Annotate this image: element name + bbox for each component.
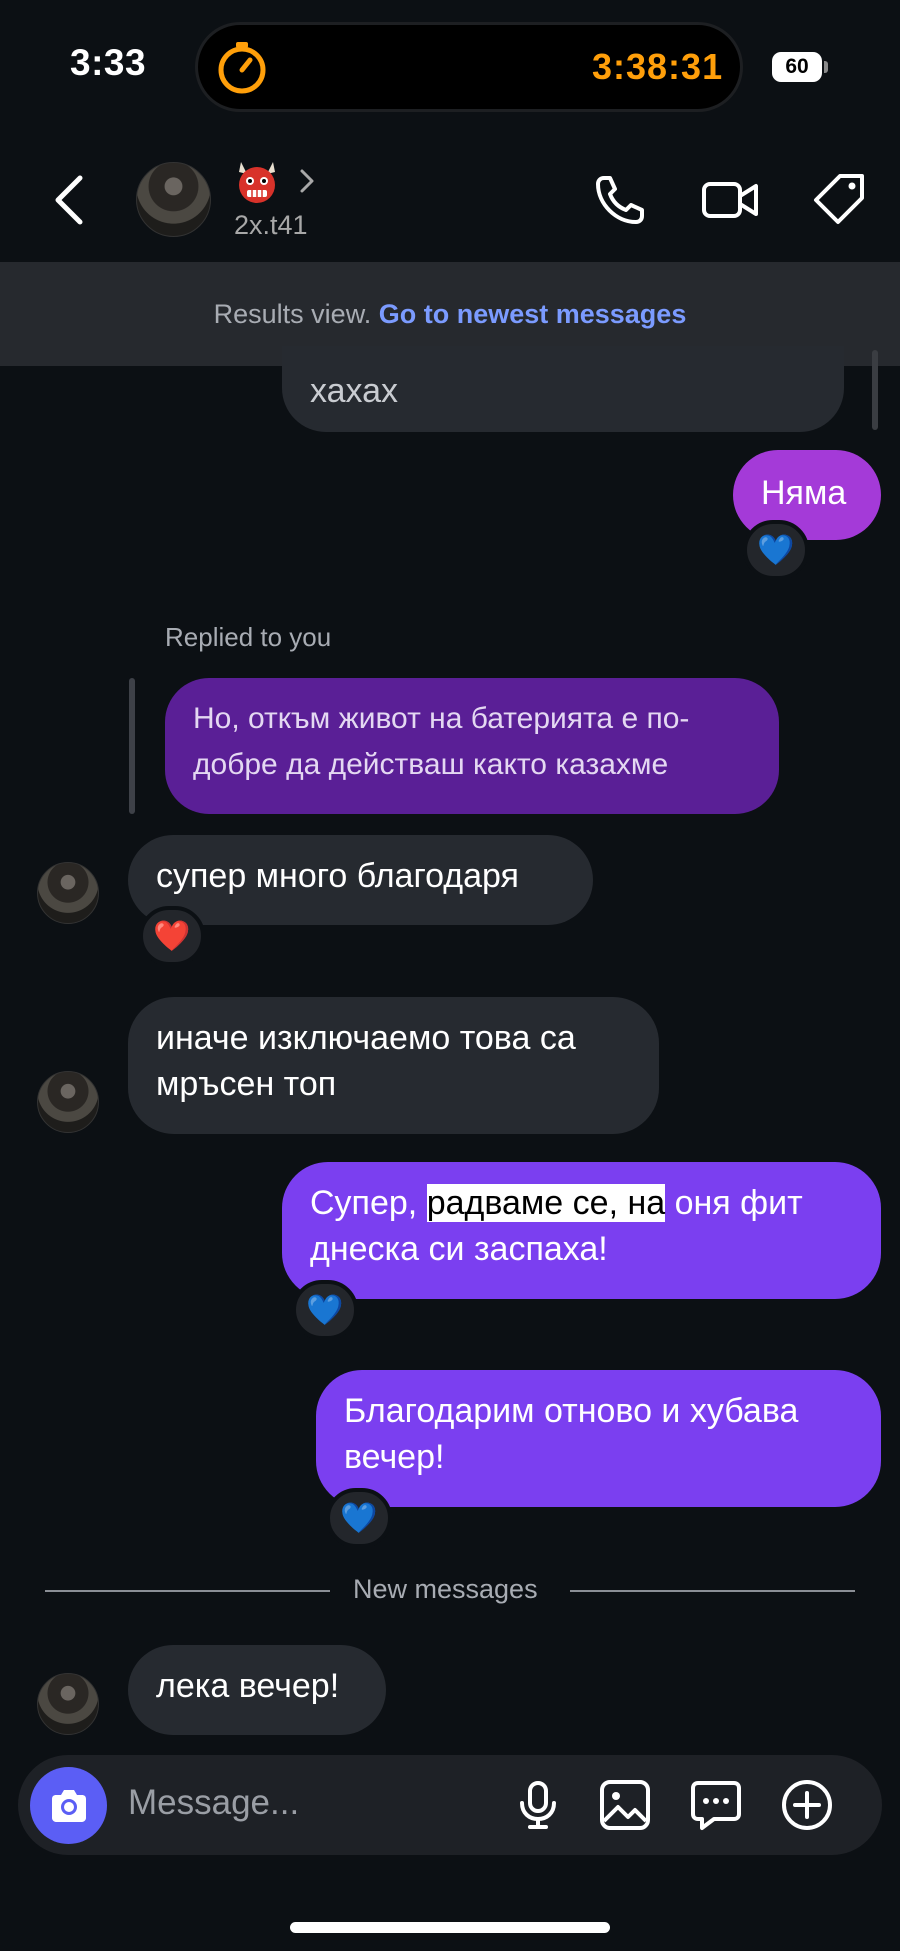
- status-time: 3:33: [70, 42, 147, 83]
- blue-heart-icon: 💙: [306, 1293, 344, 1327]
- message-text: супер много благодаря: [156, 857, 519, 895]
- reply-quote-text: Но, откъм живот на батерията е по-добре …: [193, 702, 690, 781]
- divider-line-left: [45, 1590, 330, 1592]
- message-bubble-incoming[interactable]: иначе изключаемо това са мръсен топ: [128, 997, 659, 1134]
- message-text-part: Супер,: [310, 1184, 427, 1222]
- red-heart-icon: ❤️: [153, 919, 191, 953]
- tag-icon[interactable]: [810, 170, 870, 230]
- message-text: лека вечер!: [156, 1667, 340, 1705]
- sticker-chat-icon[interactable]: [688, 1777, 744, 1833]
- add-plus-icon[interactable]: [779, 1777, 835, 1833]
- scrollbar[interactable]: [872, 350, 878, 430]
- message-input[interactable]: Message...: [128, 1783, 299, 1823]
- chevron-right-icon[interactable]: [296, 165, 318, 197]
- back-arrow-icon[interactable]: [50, 170, 90, 230]
- contact-avatar[interactable]: [136, 162, 211, 237]
- video-call-icon[interactable]: [700, 170, 760, 230]
- reaction-badge[interactable]: 💙: [292, 1280, 358, 1340]
- reaction-badge[interactable]: 💙: [743, 520, 809, 580]
- phone-icon[interactable]: [590, 170, 650, 230]
- sender-avatar[interactable]: [37, 1071, 99, 1133]
- camera-button[interactable]: [30, 1767, 107, 1844]
- message-bubble-partial[interactable]: хахах: [282, 346, 844, 432]
- search-highlight: радваме се, на: [426, 1184, 666, 1222]
- message-bubble-outgoing[interactable]: Супер, радваме се, на оня фит днеска си …: [282, 1162, 881, 1299]
- reaction-badge[interactable]: ❤️: [139, 906, 205, 966]
- timer-readout: 3:38:31: [592, 46, 724, 87]
- gallery-icon[interactable]: [597, 1777, 653, 1833]
- message-text: Няма: [761, 474, 847, 512]
- microphone-icon[interactable]: [510, 1777, 566, 1833]
- new-messages-divider: New messages: [353, 1574, 538, 1604]
- reply-indicator-bar: [129, 678, 135, 814]
- blue-heart-icon: 💙: [340, 1501, 378, 1535]
- sender-avatar[interactable]: [37, 1673, 99, 1735]
- message-bubble-incoming[interactable]: супер много благодаря: [128, 835, 593, 925]
- contact-username[interactable]: 2x.t41: [234, 210, 308, 241]
- sender-avatar[interactable]: [37, 862, 99, 924]
- home-indicator[interactable]: [290, 1922, 610, 1933]
- battery-tip: [824, 61, 828, 73]
- battery-indicator: 60: [772, 52, 822, 82]
- blue-heart-icon: 💙: [757, 533, 795, 567]
- banner-text: Results view.: [213, 299, 372, 329]
- message-bubble-outgoing[interactable]: Благодарим отново и хубава вечер!: [316, 1370, 881, 1507]
- stopwatch-icon: [218, 42, 266, 94]
- camera-icon: [51, 1789, 86, 1822]
- contact-name-emoji[interactable]: [233, 158, 281, 206]
- reply-quote-bubble[interactable]: Но, откъм живот на батерията е по-добре …: [165, 678, 779, 814]
- message-text: Благодарим отново и хубава вечер!: [344, 1392, 799, 1476]
- message-text: хахах: [310, 372, 399, 410]
- reaction-badge[interactable]: 💙: [326, 1488, 392, 1548]
- message-text: иначе изключаемо това са мръсен топ: [156, 1019, 576, 1103]
- divider-line-right: [570, 1590, 855, 1592]
- go-to-newest-link[interactable]: Go to newest messages: [379, 299, 687, 329]
- ogre-emoji-icon: [239, 162, 275, 203]
- message-bubble-incoming[interactable]: лека вечер!: [128, 1645, 386, 1735]
- replied-label: Replied to you: [165, 622, 332, 652]
